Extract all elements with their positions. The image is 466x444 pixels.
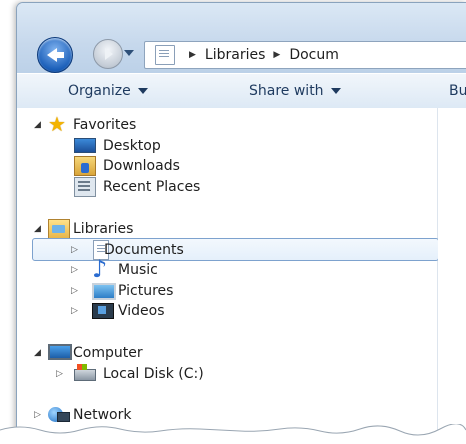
title-bar: ▶ Libraries ▶ Docum bbox=[17, 3, 466, 73]
organize-button[interactable]: Organize bbox=[68, 83, 148, 99]
collapse-arrow-icon[interactable]: ◢ bbox=[34, 224, 41, 234]
desktop-label: Desktop bbox=[103, 137, 161, 154]
documents-label: Documents bbox=[104, 241, 184, 258]
burn-button[interactable]: Bu bbox=[449, 83, 466, 99]
music-label: Music bbox=[118, 261, 158, 278]
documents-location-icon bbox=[155, 45, 175, 65]
tree-item-pictures[interactable]: ▷ Pictures bbox=[17, 280, 437, 301]
local-disk-icon bbox=[74, 364, 96, 381]
pictures-icon bbox=[92, 283, 116, 300]
tree-item-videos[interactable]: ▷ Videos bbox=[17, 300, 437, 321]
recent-places-icon bbox=[74, 177, 96, 197]
computer-icon bbox=[48, 344, 72, 360]
tree-item-local-disk[interactable]: ▷ Local Disk (C:) bbox=[17, 363, 437, 384]
expand-arrow-icon[interactable]: ▷ bbox=[71, 306, 78, 316]
expand-arrow-icon[interactable]: ▷ bbox=[56, 369, 63, 379]
libraries-label: Libraries bbox=[73, 220, 134, 237]
libraries-icon bbox=[48, 219, 70, 239]
collapse-arrow-icon[interactable]: ◢ bbox=[34, 120, 41, 130]
organize-label: Organize bbox=[68, 83, 131, 99]
favorites-star-icon bbox=[48, 112, 68, 136]
share-with-button[interactable]: Share with bbox=[249, 83, 341, 99]
expand-arrow-icon[interactable]: ▷ bbox=[34, 410, 41, 420]
downloads-label: Downloads bbox=[103, 157, 180, 174]
collapse-arrow-icon[interactable]: ◢ bbox=[34, 348, 41, 358]
breadcrumb-separator-icon[interactable]: ▶ bbox=[189, 50, 196, 60]
music-icon bbox=[92, 255, 112, 283]
breadcrumb-libraries[interactable]: Libraries bbox=[205, 47, 265, 63]
videos-icon bbox=[92, 303, 114, 319]
command-bar: Organize Share with Bu bbox=[17, 73, 466, 109]
tree-item-favorites[interactable]: ◢ Favorites bbox=[17, 112, 437, 136]
tree-item-music[interactable]: ▷ Music bbox=[17, 255, 437, 283]
recent-places-label: Recent Places bbox=[103, 178, 201, 195]
forward-button[interactable] bbox=[93, 39, 123, 69]
local-disk-label: Local Disk (C:) bbox=[103, 365, 204, 382]
tree-item-recent-places[interactable]: Recent Places bbox=[17, 176, 437, 197]
favorites-label: Favorites bbox=[73, 116, 137, 133]
torn-edge-decoration bbox=[0, 424, 466, 444]
recent-pages-dropdown[interactable] bbox=[124, 50, 134, 56]
tree-item-libraries[interactable]: ◢ Libraries bbox=[17, 218, 437, 239]
tree-item-downloads[interactable]: Downloads bbox=[17, 155, 437, 176]
tree-item-computer[interactable]: ◢ Computer bbox=[17, 342, 437, 363]
network-label: Network bbox=[73, 406, 132, 423]
breadcrumb-documents[interactable]: Docum bbox=[289, 47, 339, 63]
pictures-label: Pictures bbox=[118, 282, 174, 299]
chevron-down-icon bbox=[137, 88, 148, 94]
breadcrumb-separator-icon[interactable]: ▶ bbox=[273, 50, 280, 60]
share-with-label: Share with bbox=[249, 83, 324, 99]
videos-label: Videos bbox=[118, 302, 165, 319]
expand-arrow-icon[interactable]: ▷ bbox=[71, 245, 78, 255]
computer-label: Computer bbox=[73, 344, 143, 361]
expand-arrow-icon[interactable]: ▷ bbox=[71, 286, 78, 296]
address-bar[interactable]: ▶ Libraries ▶ Docum bbox=[144, 41, 466, 69]
chevron-down-icon bbox=[330, 88, 341, 94]
downloads-icon bbox=[74, 156, 96, 176]
tree-item-desktop[interactable]: Desktop bbox=[17, 135, 437, 156]
explorer-window: ▶ Libraries ▶ Docum Organize Share with … bbox=[16, 2, 466, 439]
expand-arrow-icon[interactable]: ▷ bbox=[71, 265, 78, 275]
back-button[interactable] bbox=[37, 37, 73, 73]
file-list-pane[interactable] bbox=[438, 108, 466, 439]
burn-label: Bu bbox=[449, 83, 466, 99]
desktop-icon bbox=[74, 138, 96, 153]
tree-item-network[interactable]: ▷ Network bbox=[17, 404, 437, 425]
navigation-pane: ◢ Favorites Desktop Downloads Recent Pla… bbox=[17, 108, 439, 439]
network-icon bbox=[48, 406, 70, 424]
